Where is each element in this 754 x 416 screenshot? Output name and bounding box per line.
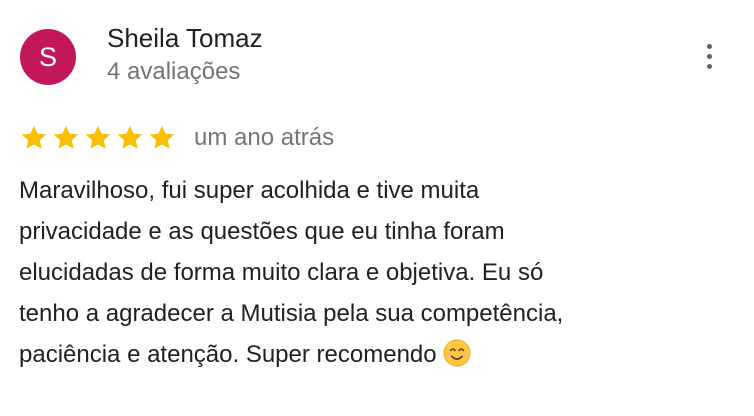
review-text: Maravilhoso, fui super acolhida e tive m… — [19, 170, 719, 380]
avatar[interactable]: S — [20, 29, 76, 85]
rating-row: um ano atrás — [19, 122, 334, 154]
review-text-line: tenho a agradecer a Mutisia pela sua com… — [19, 300, 564, 327]
star-icon — [147, 123, 177, 153]
star-icon — [83, 123, 113, 153]
review-count[interactable]: 4 avaliações — [107, 58, 240, 86]
more-vert-icon-dot — [706, 63, 712, 69]
star-rating — [19, 123, 177, 153]
more-vert-icon-dot — [706, 43, 712, 49]
author-name[interactable]: Sheila Tomaz — [107, 23, 263, 54]
smiling-face-icon — [443, 339, 471, 380]
review-text-line: paciência e atenção. Super recomendo — [19, 341, 437, 368]
review-date: um ano atrás — [194, 124, 335, 151]
review-text-line: elucidadas de forma muito clara e objeti… — [19, 259, 544, 286]
star-icon — [115, 123, 145, 153]
review-text-line: privacidade e as questões que eu tinha f… — [19, 218, 505, 245]
more-options-button[interactable] — [694, 36, 724, 76]
review-text-line: Maravilhoso, fui super acolhida e tive m… — [19, 177, 480, 204]
star-icon — [19, 123, 49, 153]
star-icon — [51, 123, 81, 153]
more-vert-icon-dot — [706, 53, 712, 59]
review-text-line-last: paciência e atenção. Super recomendo — [19, 334, 719, 380]
